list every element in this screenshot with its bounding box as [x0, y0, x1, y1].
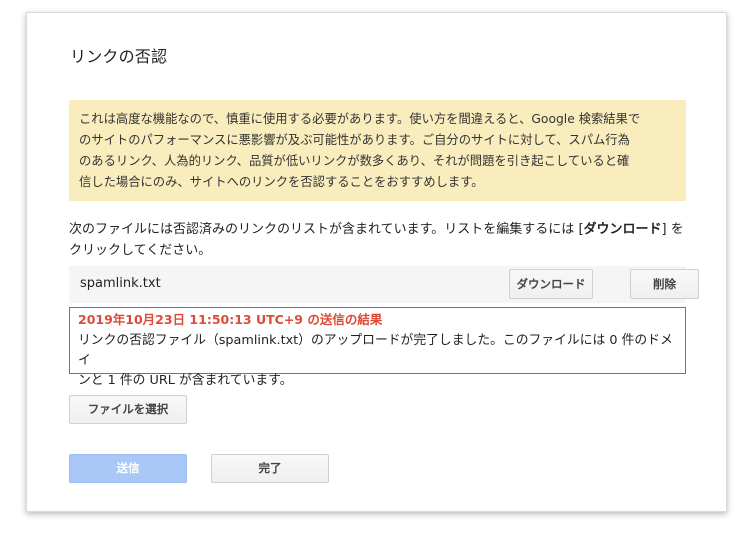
- result-message: リンクの否認ファイル（spamlink.txt）のアップロードが完了しました。こ…: [78, 331, 677, 391]
- warning-line: 信した場合にのみ、サイトへのリンクを否認することをおすすめします。: [79, 175, 484, 189]
- instructions-after: ] を: [661, 222, 684, 237]
- warning-box: これは高度な機能なので、慎重に使用する必要があります。使い方を間違えると、Goo…: [69, 100, 686, 201]
- done-button[interactable]: 完了: [211, 454, 329, 483]
- warning-line: のサイトのパフォーマンスに悪影響が及ぶ可能性があります。ご自分のサイトに対して、…: [79, 133, 630, 147]
- result-title: 2019年10月23日 11:50:13 UTC+9 の送信の結果: [78, 312, 383, 327]
- result-line: リンクの否認ファイル（spamlink.txt）のアップロードが完了しました。こ…: [78, 333, 673, 368]
- delete-button[interactable]: 削除: [630, 269, 699, 299]
- instructions-before: 次のファイルには否認済みのリンクのリストが含まれています。リストを編集するには …: [69, 222, 584, 237]
- download-button[interactable]: ダウンロード: [509, 269, 593, 299]
- file-row: spamlink.txt ダウンロード 削除: [69, 266, 699, 303]
- result-line: ンと 1 件の URL が含まれています。: [78, 373, 293, 388]
- instructions-text: 次のファイルには否認済みのリンクのリストが含まれています。リストを編集するには …: [69, 219, 694, 261]
- send-button[interactable]: 送信: [69, 454, 187, 483]
- submission-result: 2019年10月23日 11:50:13 UTC+9 の送信の結果 リンクの否認…: [69, 307, 686, 388]
- choose-file-button[interactable]: ファイルを選択: [69, 395, 187, 424]
- file-name: spamlink.txt: [80, 276, 161, 291]
- instructions-line: クリックしてください。: [69, 243, 212, 258]
- instructions-line: 次のファイルには否認済みのリンクのリストが含まれています。リストを編集するには …: [69, 219, 694, 240]
- warning-line: のあるリンク、人為的リンク、品質が低いリンクが数多くあり、それが問題を引き起こし…: [79, 154, 630, 168]
- instructions-emphasis: ダウンロード: [583, 222, 662, 237]
- disavow-dialog: リンクの否認 これは高度な機能なので、慎重に使用する必要があります。使い方を間違…: [26, 12, 727, 512]
- warning-line: これは高度な機能なので、慎重に使用する必要があります。使い方を間違えると、Goo…: [79, 112, 641, 126]
- page: リンクの否認 これは高度な機能なので、慎重に使用する必要があります。使い方を間違…: [0, 0, 755, 545]
- dialog-title: リンクの否認: [70, 47, 168, 66]
